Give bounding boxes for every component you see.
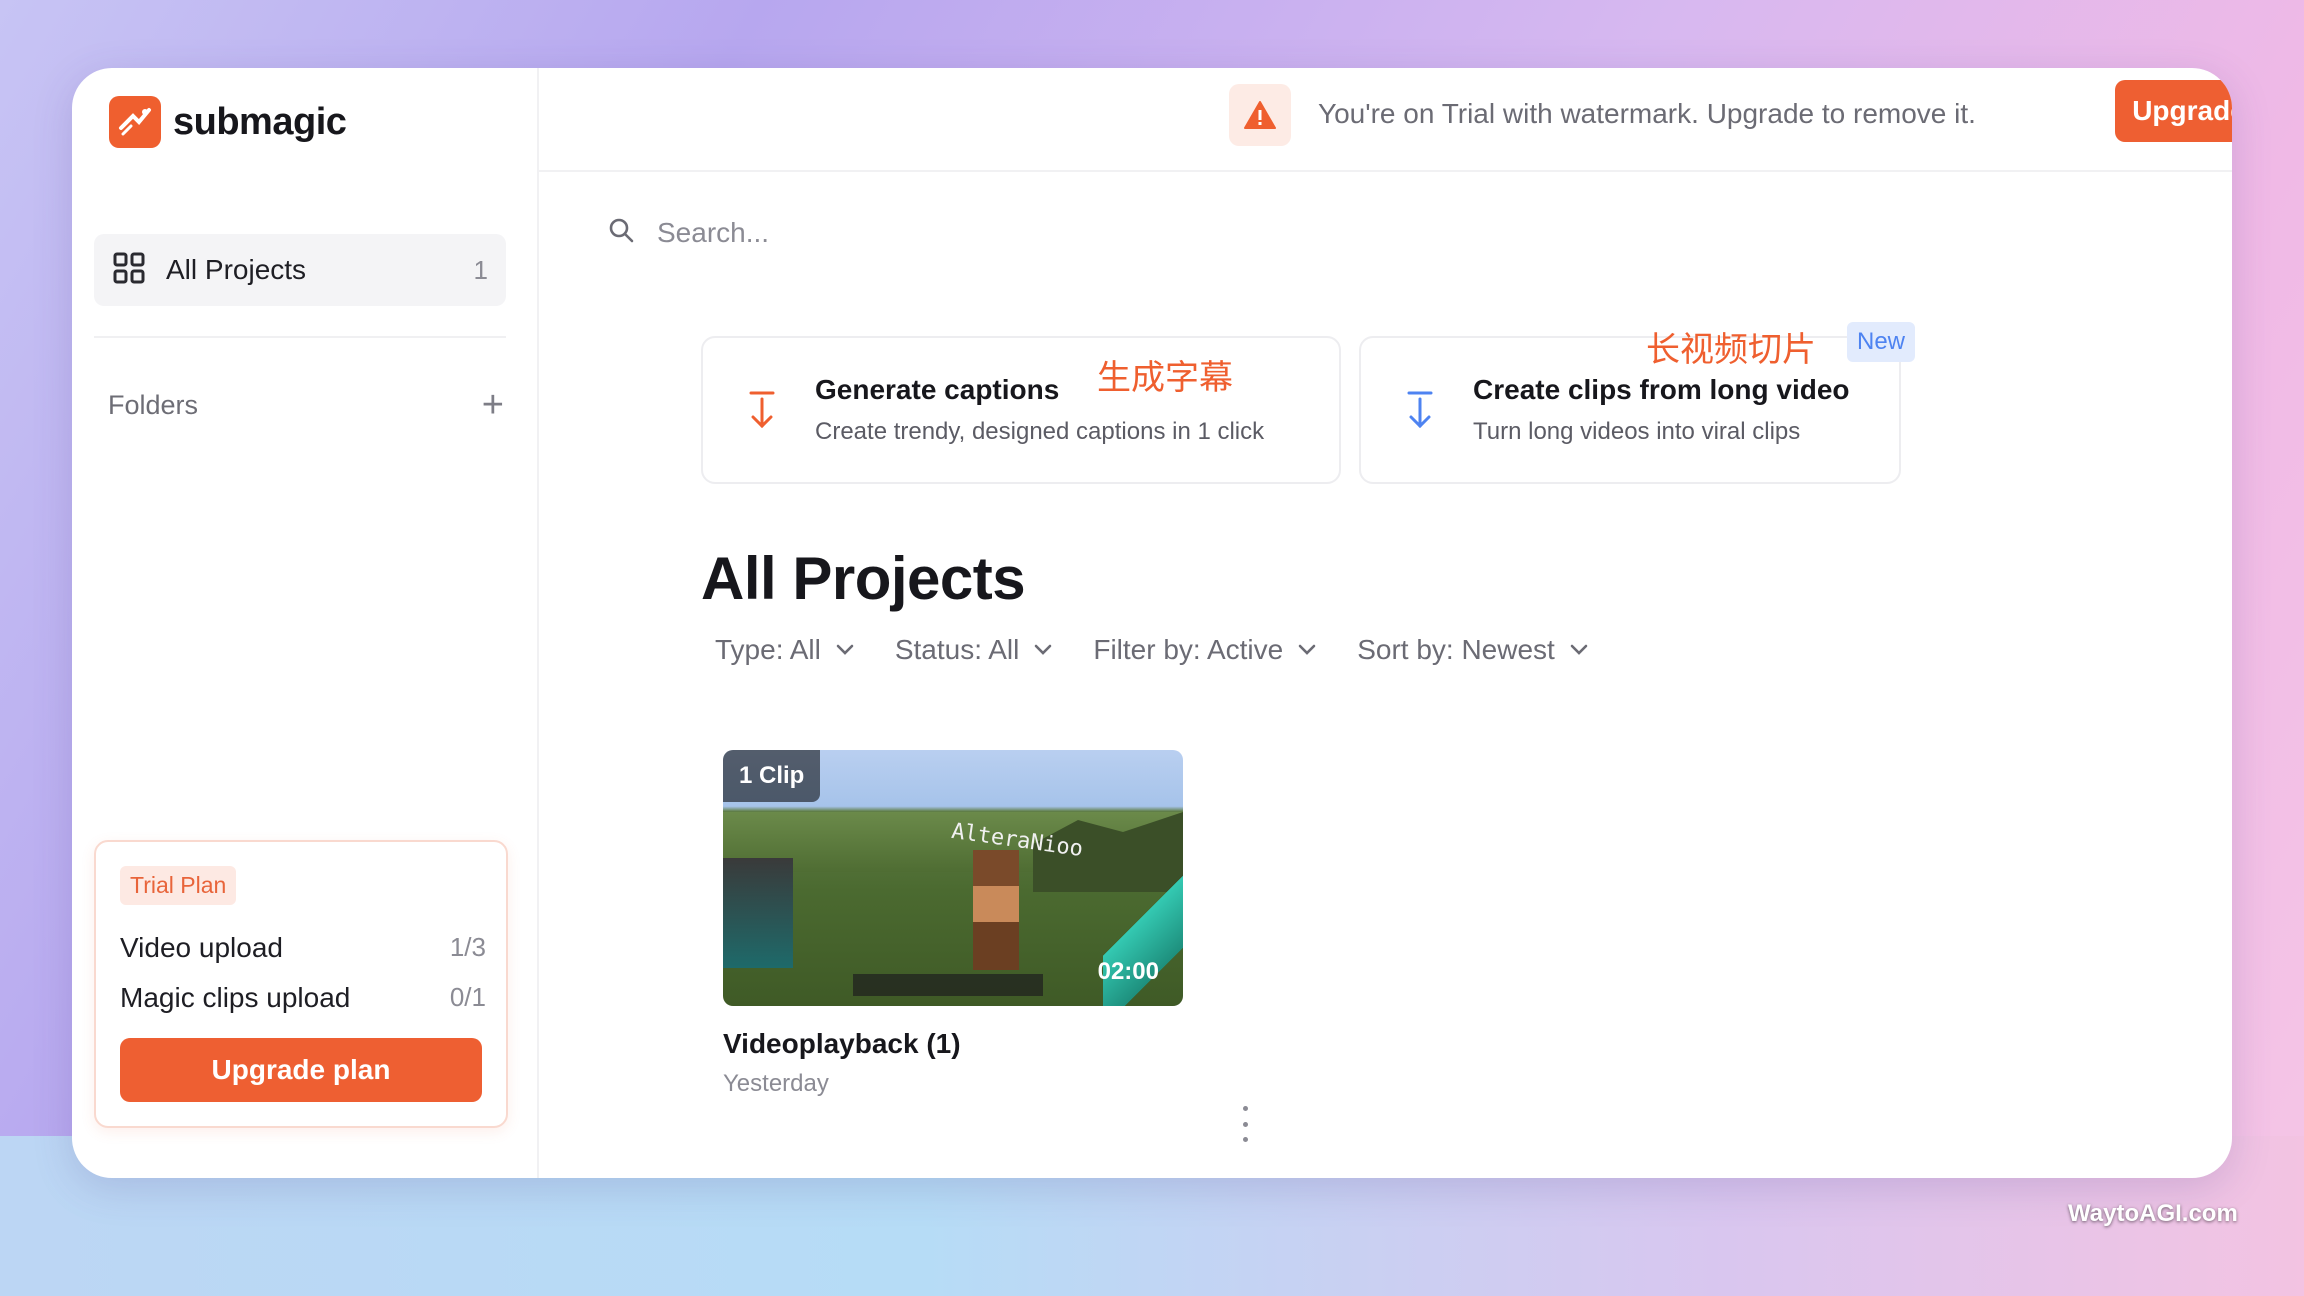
filter-label: Type: All (715, 634, 821, 665)
project-card[interactable]: AlteraNioo 1 Clip 02:00 Videoplayback (1… (723, 750, 1183, 1098)
trial-plan-card: Trial Plan Video upload 1/3 Magic clips … (94, 840, 508, 1128)
feature-title: Create clips from long video (1473, 374, 1850, 405)
folders-section: Folders + (108, 386, 504, 424)
top-bar: You're on Trial with watermark. Upgrade … (539, 68, 2232, 172)
annotation-generate-captions: 生成字幕 (1097, 358, 1233, 398)
type-filter[interactable]: Type: All (715, 634, 855, 666)
status-filter[interactable]: Status: All (895, 634, 1054, 666)
trial-plan-badge: Trial Plan (120, 866, 237, 905)
filter-label: Sort by: Newest (1357, 634, 1555, 665)
generate-captions-card[interactable]: Generate captions Create trendy, designe… (701, 336, 1341, 484)
thumbnail-player-hand (723, 858, 793, 968)
warning-icon (1229, 84, 1291, 146)
video-duration: 02:00 (1097, 958, 1159, 985)
feature-subtitle: Create trendy, designed captions in 1 cl… (815, 418, 1265, 445)
sort-filter[interactable]: Sort by: Newest (1357, 634, 1589, 666)
thumbnail-hotbar (853, 974, 1043, 996)
site-watermark: WaytoAGI.com (2068, 1200, 2238, 1227)
clip-count-badge: 1 Clip (723, 750, 821, 802)
sidebar: submagic All Projects 1 Folders + Trial … (72, 68, 539, 1178)
chevron-down-icon (836, 644, 854, 655)
page-title: All Projects (701, 545, 1026, 612)
logo-text: submagic (173, 100, 347, 143)
search-icon (607, 216, 635, 249)
upgrade-button[interactable]: Upgrade (2115, 80, 2232, 142)
project-count: 1 (473, 254, 488, 285)
create-clips-card[interactable]: Create clips from long video Turn long v… (1359, 336, 1901, 484)
search-bar (607, 216, 1257, 249)
grid-icon (112, 251, 146, 290)
app-window: submagic All Projects 1 Folders + Trial … (72, 68, 2232, 1178)
sidebar-divider (94, 336, 506, 338)
chevron-down-icon (1035, 644, 1052, 655)
active-filter[interactable]: Filter by: Active (1093, 634, 1317, 666)
filter-label: Filter by: Active (1093, 634, 1284, 665)
download-arrow-icon (747, 390, 777, 435)
annotation-create-clips: 长视频切片 (1646, 330, 1816, 370)
more-options-icon[interactable] (1238, 1106, 1252, 1142)
chevron-down-icon (1298, 644, 1316, 655)
project-title: Videoplayback (1) (723, 1028, 961, 1059)
usage-row-magic-clips: Magic clips upload 0/1 (120, 982, 486, 1014)
thumbnail-character (973, 850, 1019, 970)
add-folder-icon[interactable]: + (482, 386, 504, 424)
usage-label: Magic clips upload (120, 982, 351, 1013)
chevron-down-icon (1570, 644, 1588, 655)
upgrade-plan-button[interactable]: Upgrade plan (120, 1038, 482, 1102)
sidebar-item-label: All Projects (166, 254, 307, 285)
usage-label: Video upload (120, 932, 283, 963)
usage-value: 1/3 (449, 932, 486, 962)
usage-row-video-upload: Video upload 1/3 (120, 932, 486, 964)
trial-watermark-message: You're on Trial with watermark. Upgrade … (1318, 98, 1976, 129)
download-arrow-icon (1405, 390, 1435, 435)
feature-subtitle: Turn long videos into viral clips (1473, 418, 1801, 445)
sidebar-item-all-projects[interactable]: All Projects 1 (94, 234, 506, 306)
filter-label: Status: All (894, 634, 1020, 665)
project-date: Yesterday (723, 1070, 829, 1097)
filter-bar: Type: All Status: All Filter by: Active … (715, 634, 1589, 666)
folders-label: Folders (108, 389, 199, 420)
feature-title: Generate captions (815, 374, 1060, 405)
video-thumbnail[interactable]: AlteraNioo 1 Clip 02:00 (723, 750, 1183, 1006)
submagic-logo-icon (109, 96, 161, 148)
new-badge: New (1847, 322, 1916, 362)
usage-value: 0/1 (449, 982, 486, 1012)
search-input[interactable] (657, 216, 1257, 249)
logo[interactable]: submagic (109, 96, 347, 148)
